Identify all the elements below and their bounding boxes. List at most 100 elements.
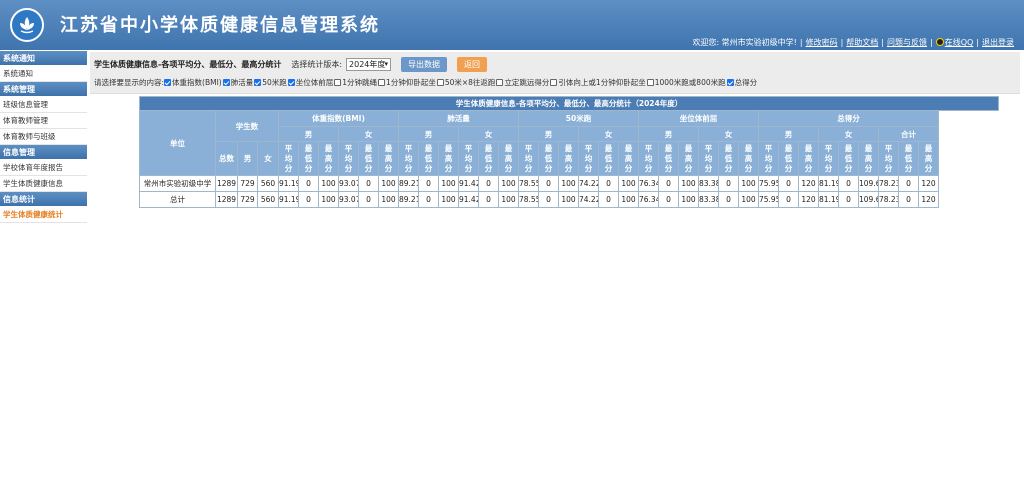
sidebar-section-system[interactable]: 系统管理: [0, 82, 87, 97]
stat-header: 最高分: [498, 141, 519, 176]
checkbox-unchecked-icon[interactable]: [378, 79, 386, 86]
option-checkbox[interactable]: 坐位体前屈: [287, 77, 333, 88]
online-qq-link[interactable]: 在线QQ: [945, 38, 974, 47]
sidebar-item-annual-report[interactable]: 学校体育年度报告: [0, 160, 87, 176]
option-label: 1分钟仰卧起坐: [386, 78, 436, 87]
sidebar: 系统通知 系统通知 系统管理 班级信息管理 体育教师管理 体育教师与班级 信息管…: [0, 51, 87, 223]
page-title: 学生体质健康信息-各项平均分、最低分、最高分统计: [94, 59, 282, 69]
option-checkbox[interactable]: 50米跑: [254, 77, 287, 88]
change-password-link[interactable]: 修改密码: [806, 38, 838, 47]
checkbox-checked-icon[interactable]: [164, 79, 172, 86]
value-cell: 100: [498, 191, 519, 208]
value-cell: 91.42: [458, 175, 479, 192]
sidebar-section-info[interactable]: 信息管理: [0, 145, 87, 160]
option-checkbox[interactable]: 立定跳远得分: [496, 77, 549, 88]
stat-header-label: 最低分: [484, 143, 493, 173]
unit-cell: 总计: [139, 191, 216, 208]
option-checkbox[interactable]: 1分钟跳绳: [334, 77, 377, 88]
stat-header: 平均分: [338, 141, 359, 176]
stat-header-label: 最低分: [544, 143, 553, 173]
option-checkbox[interactable]: 引体向上或1分钟仰卧起坐: [550, 77, 646, 88]
stat-header-label: 最低分: [724, 143, 733, 173]
value-cell: 729: [237, 175, 258, 192]
stat-header-label: 最高分: [384, 143, 393, 173]
stat-header: 平均分: [578, 141, 599, 176]
option-label: 1000米跑或800米跑: [654, 78, 726, 87]
sidebar-section-notice[interactable]: 系统通知: [0, 51, 87, 66]
sidebar-section-stats[interactable]: 信息统计: [0, 192, 87, 207]
stat-header-label: 最高分: [864, 143, 873, 173]
stat-header: 最高分: [918, 141, 939, 176]
value-cell: 83.38: [698, 191, 719, 208]
site-title: 江苏省中小学体质健康信息管理系统: [60, 15, 380, 36]
option-label: 立定跳远得分: [504, 78, 550, 87]
value-cell: 91.42: [458, 191, 479, 208]
stat-header: 最高分: [678, 141, 699, 176]
checkbox-checked-icon[interactable]: [222, 79, 230, 86]
group-header: 体重指数(BMI): [278, 110, 399, 127]
stat-header-label: 最高分: [624, 143, 633, 173]
export-button[interactable]: 导出数据: [401, 56, 448, 72]
help-doc-link[interactable]: 帮助文档: [846, 38, 878, 47]
value-cell: 100: [318, 191, 339, 208]
feedback-link[interactable]: 问题与反馈: [887, 38, 927, 47]
sub-header-male: 男: [518, 126, 579, 142]
stat-header: 平均分: [398, 141, 419, 176]
checkbox-unchecked-icon[interactable]: [496, 79, 504, 86]
checkbox-unchecked-icon[interactable]: [334, 79, 342, 86]
sidebar-item-teachers[interactable]: 体育教师管理: [0, 113, 87, 129]
option-checkbox[interactable]: 50米×8往返跑: [436, 77, 495, 88]
stat-header: 最低分: [838, 141, 859, 176]
stat-header: 最低分: [658, 141, 679, 176]
stat-header: 平均分: [458, 141, 479, 176]
sub-header-male: 男: [638, 126, 699, 142]
checkbox-unchecked-icon[interactable]: [646, 79, 654, 86]
value-cell: 100: [738, 191, 759, 208]
stat-header: 最低分: [418, 141, 439, 176]
sub-header-female: 女: [338, 126, 399, 142]
sidebar-item-class-info[interactable]: 班级信息管理: [0, 97, 87, 113]
option-checkbox[interactable]: 1000米跑或800米跑: [646, 77, 726, 88]
checkbox-checked-icon[interactable]: [254, 79, 262, 86]
value-cell: 89.21: [398, 191, 419, 208]
back-button[interactable]: 返回: [457, 56, 488, 72]
value-cell: 100: [738, 175, 759, 192]
stat-header: 平均分: [698, 141, 719, 176]
sidebar-item-health-stats[interactable]: 学生体质健康统计: [0, 207, 87, 223]
checkbox-checked-icon[interactable]: [287, 79, 295, 86]
logout-link[interactable]: 退出登录: [982, 38, 1014, 47]
option-label: 总得分: [734, 78, 758, 87]
sidebar-item-health-info[interactable]: 学生体质健康信息: [0, 176, 87, 192]
version-select-value: 2024年度: [349, 59, 386, 69]
option-checkbox[interactable]: 1分钟仰卧起坐: [378, 77, 436, 88]
value-cell: 0: [718, 175, 739, 192]
stat-header-label: 最高分: [504, 143, 513, 173]
sub-header-female: 女: [578, 126, 639, 142]
sub-header-male: 男: [278, 126, 339, 142]
option-checkbox[interactable]: 肺活量: [222, 77, 253, 88]
sidebar-item-notice[interactable]: 系统通知: [0, 66, 87, 82]
stat-header-label: 平均分: [524, 143, 533, 173]
value-cell: 91.19: [278, 191, 299, 208]
checkbox-checked-icon[interactable]: [726, 79, 734, 86]
unit-cell: 常州市实验初级中学: [139, 175, 216, 192]
count-sub-label: 女: [264, 153, 272, 163]
value-cell: 100: [378, 191, 399, 208]
value-cell: 100: [678, 175, 699, 192]
stat-header-label: 最高分: [684, 143, 693, 173]
value-cell: 93.07: [338, 191, 359, 208]
sidebar-item-teacher-class[interactable]: 体育教师与班级: [0, 129, 87, 145]
checkbox-unchecked-icon[interactable]: [436, 79, 444, 86]
version-select[interactable]: 2024年度 ▾: [346, 57, 392, 71]
stat-header: 最低分: [358, 141, 379, 176]
checkbox-unchecked-icon[interactable]: [550, 79, 558, 86]
option-checkbox[interactable]: 体重指数(BMI): [164, 77, 222, 88]
value-cell: 100: [378, 175, 399, 192]
sub-header-female: 女: [818, 126, 879, 142]
value-cell: 100: [618, 191, 639, 208]
value-cell: 83.38: [698, 175, 719, 192]
value-cell: 0: [538, 191, 559, 208]
value-cell: 100: [558, 191, 579, 208]
stat-header: 最低分: [898, 141, 919, 176]
option-checkbox[interactable]: 总得分: [726, 77, 758, 88]
